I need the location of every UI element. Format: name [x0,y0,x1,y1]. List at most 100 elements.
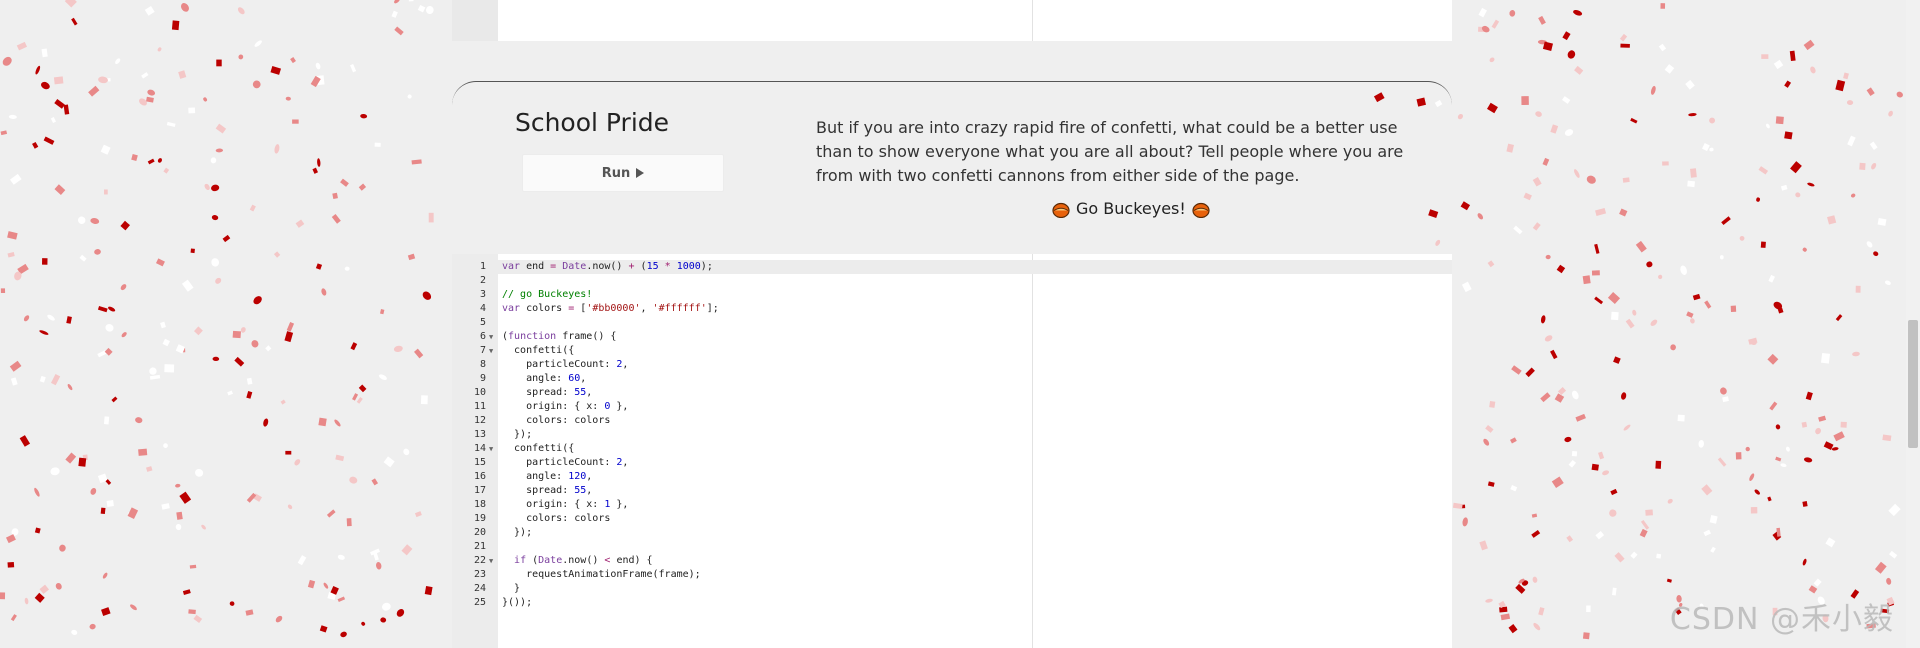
confetti-piece [350,63,357,73]
confetti-piece [16,41,28,51]
previous-editor-gutter [452,0,498,41]
confetti-piece [1607,292,1621,305]
code-line[interactable]: 3 // go Buckeyes! [452,288,1032,302]
confetti-piece [146,466,153,472]
confetti-piece [88,85,100,97]
confetti-piece [1499,606,1508,613]
confetti-piece [94,249,101,255]
page-scrollbar[interactable] [1906,0,1920,648]
code-line[interactable]: 15 particleCount: 2, [452,456,1032,470]
buckeye-icon [1052,202,1070,218]
scrollbar-thumb[interactable] [1908,320,1918,448]
confetti-piece [104,189,108,195]
code-line[interactable]: 20 }); [452,526,1032,540]
code-line[interactable]: 13 }); [452,428,1032,442]
confetti-piece [1611,587,1617,596]
confetti-piece [1521,580,1529,586]
confetti-piece [1567,50,1576,59]
code-line[interactable]: 18 origin: { x: 1 }, [452,498,1032,512]
confetti-piece [1566,129,1571,134]
confetti-piece [50,116,56,124]
confetti-piece [163,443,168,448]
confetti-piece [1511,365,1522,375]
confetti-piece [135,417,143,424]
confetti-piece [115,58,121,64]
code-line[interactable]: 16 angle: 120, [452,470,1032,484]
confetti-piece [55,582,62,590]
fold-arrow-icon[interactable]: ▼ [489,344,493,358]
code-line[interactable]: 5 [452,316,1032,330]
code-line[interactable]: 6 ▼ (function frame() { [452,330,1032,344]
confetti-piece [318,417,327,427]
confetti-piece [371,478,379,486]
code-line[interactable]: 10 spread: 55, [452,386,1032,400]
code-line[interactable]: 22 ▼ if (Date.now() < end) { [452,554,1032,568]
line-number: 19 [473,513,486,524]
fold-arrow-icon[interactable]: ▼ [489,330,493,344]
confetti-piece [1556,264,1566,274]
confetti-piece [32,141,39,149]
code-line[interactable]: 23 requestAnimationFrame(frame); [452,568,1032,582]
code-editor[interactable]: 1 var end = Date.now() + (15 * 1000); 2 3//… [452,254,1452,648]
fold-arrow-icon[interactable]: ▼ [489,442,493,456]
previous-editor-divider [1032,0,1033,41]
code-line[interactable]: 21 [452,540,1032,554]
confetti-piece [251,340,259,348]
confetti-piece [203,97,208,102]
confetti-piece [7,231,18,240]
confetti-piece [39,330,49,335]
confetti-piece [41,81,50,90]
confetti-piece [79,254,87,262]
confetti-piece [1702,143,1710,152]
code-line[interactable]: 12 colors: colors [452,414,1032,428]
fold-arrow-icon[interactable]: ▼ [489,554,493,568]
confetti-piece [54,184,66,195]
confetti-piece [358,183,367,191]
confetti-piece [1582,275,1591,285]
code-line[interactable]: 25}()); [452,596,1032,610]
confetti-piece [317,158,321,167]
confetti-piece [263,418,269,427]
confetti-piece [1544,335,1553,342]
confetti-piece [1525,367,1535,378]
confetti-piece [141,72,149,79]
code-line[interactable]: 7 ▼ confetti({ [452,344,1032,358]
confetti-piece [138,448,148,456]
code-line[interactable]: 1 var end = Date.now() + (15 * 1000); [452,260,1452,274]
confetti-piece [1802,558,1807,566]
confetti-piece [180,3,189,12]
confetti-piece [180,347,186,353]
confetti-piece [1500,613,1511,621]
run-button[interactable]: Run [522,154,724,192]
confetti-piece [297,555,307,566]
confetti-piece [157,158,162,163]
confetti-piece [1619,208,1628,217]
confetti-piece [391,10,398,18]
confetti-piece [1780,184,1788,191]
code-line[interactable]: 19 colors: colors [452,512,1032,526]
confetti-piece [163,167,170,174]
confetti-piece [285,450,292,455]
code-line[interactable]: 14 ▼ confetti({ [452,442,1032,456]
code-line[interactable]: 17 spread: 55, [452,484,1032,498]
code-line[interactable]: 24 } [452,582,1032,596]
confetti-piece [246,492,257,503]
confetti-piece [1489,57,1495,63]
confetti-piece [1611,311,1619,321]
code-line[interactable]: 11 origin: { x: 0 }, [452,400,1032,414]
confetti-piece [275,615,283,623]
confetti-piece [1498,600,1506,609]
confetti-piece [420,395,428,405]
confetti-piece [1754,489,1761,495]
previous-code-editor [452,0,1452,41]
confetti-piece [1866,241,1873,248]
code-line[interactable]: 8 particleCount: 2, [452,358,1032,372]
code-line[interactable]: 2 [452,274,1032,288]
code-text: requestAnimationFrame(frame); [502,569,701,580]
code-line[interactable]: 9 angle: 60, [452,372,1032,386]
confetti-piece [344,266,350,271]
confetti-piece [14,271,22,281]
code-line[interactable]: 4 var colors = ['#bb0000', '#ffffff']; [452,302,1032,316]
confetti-piece [319,625,328,633]
confetti-piece [215,148,224,153]
